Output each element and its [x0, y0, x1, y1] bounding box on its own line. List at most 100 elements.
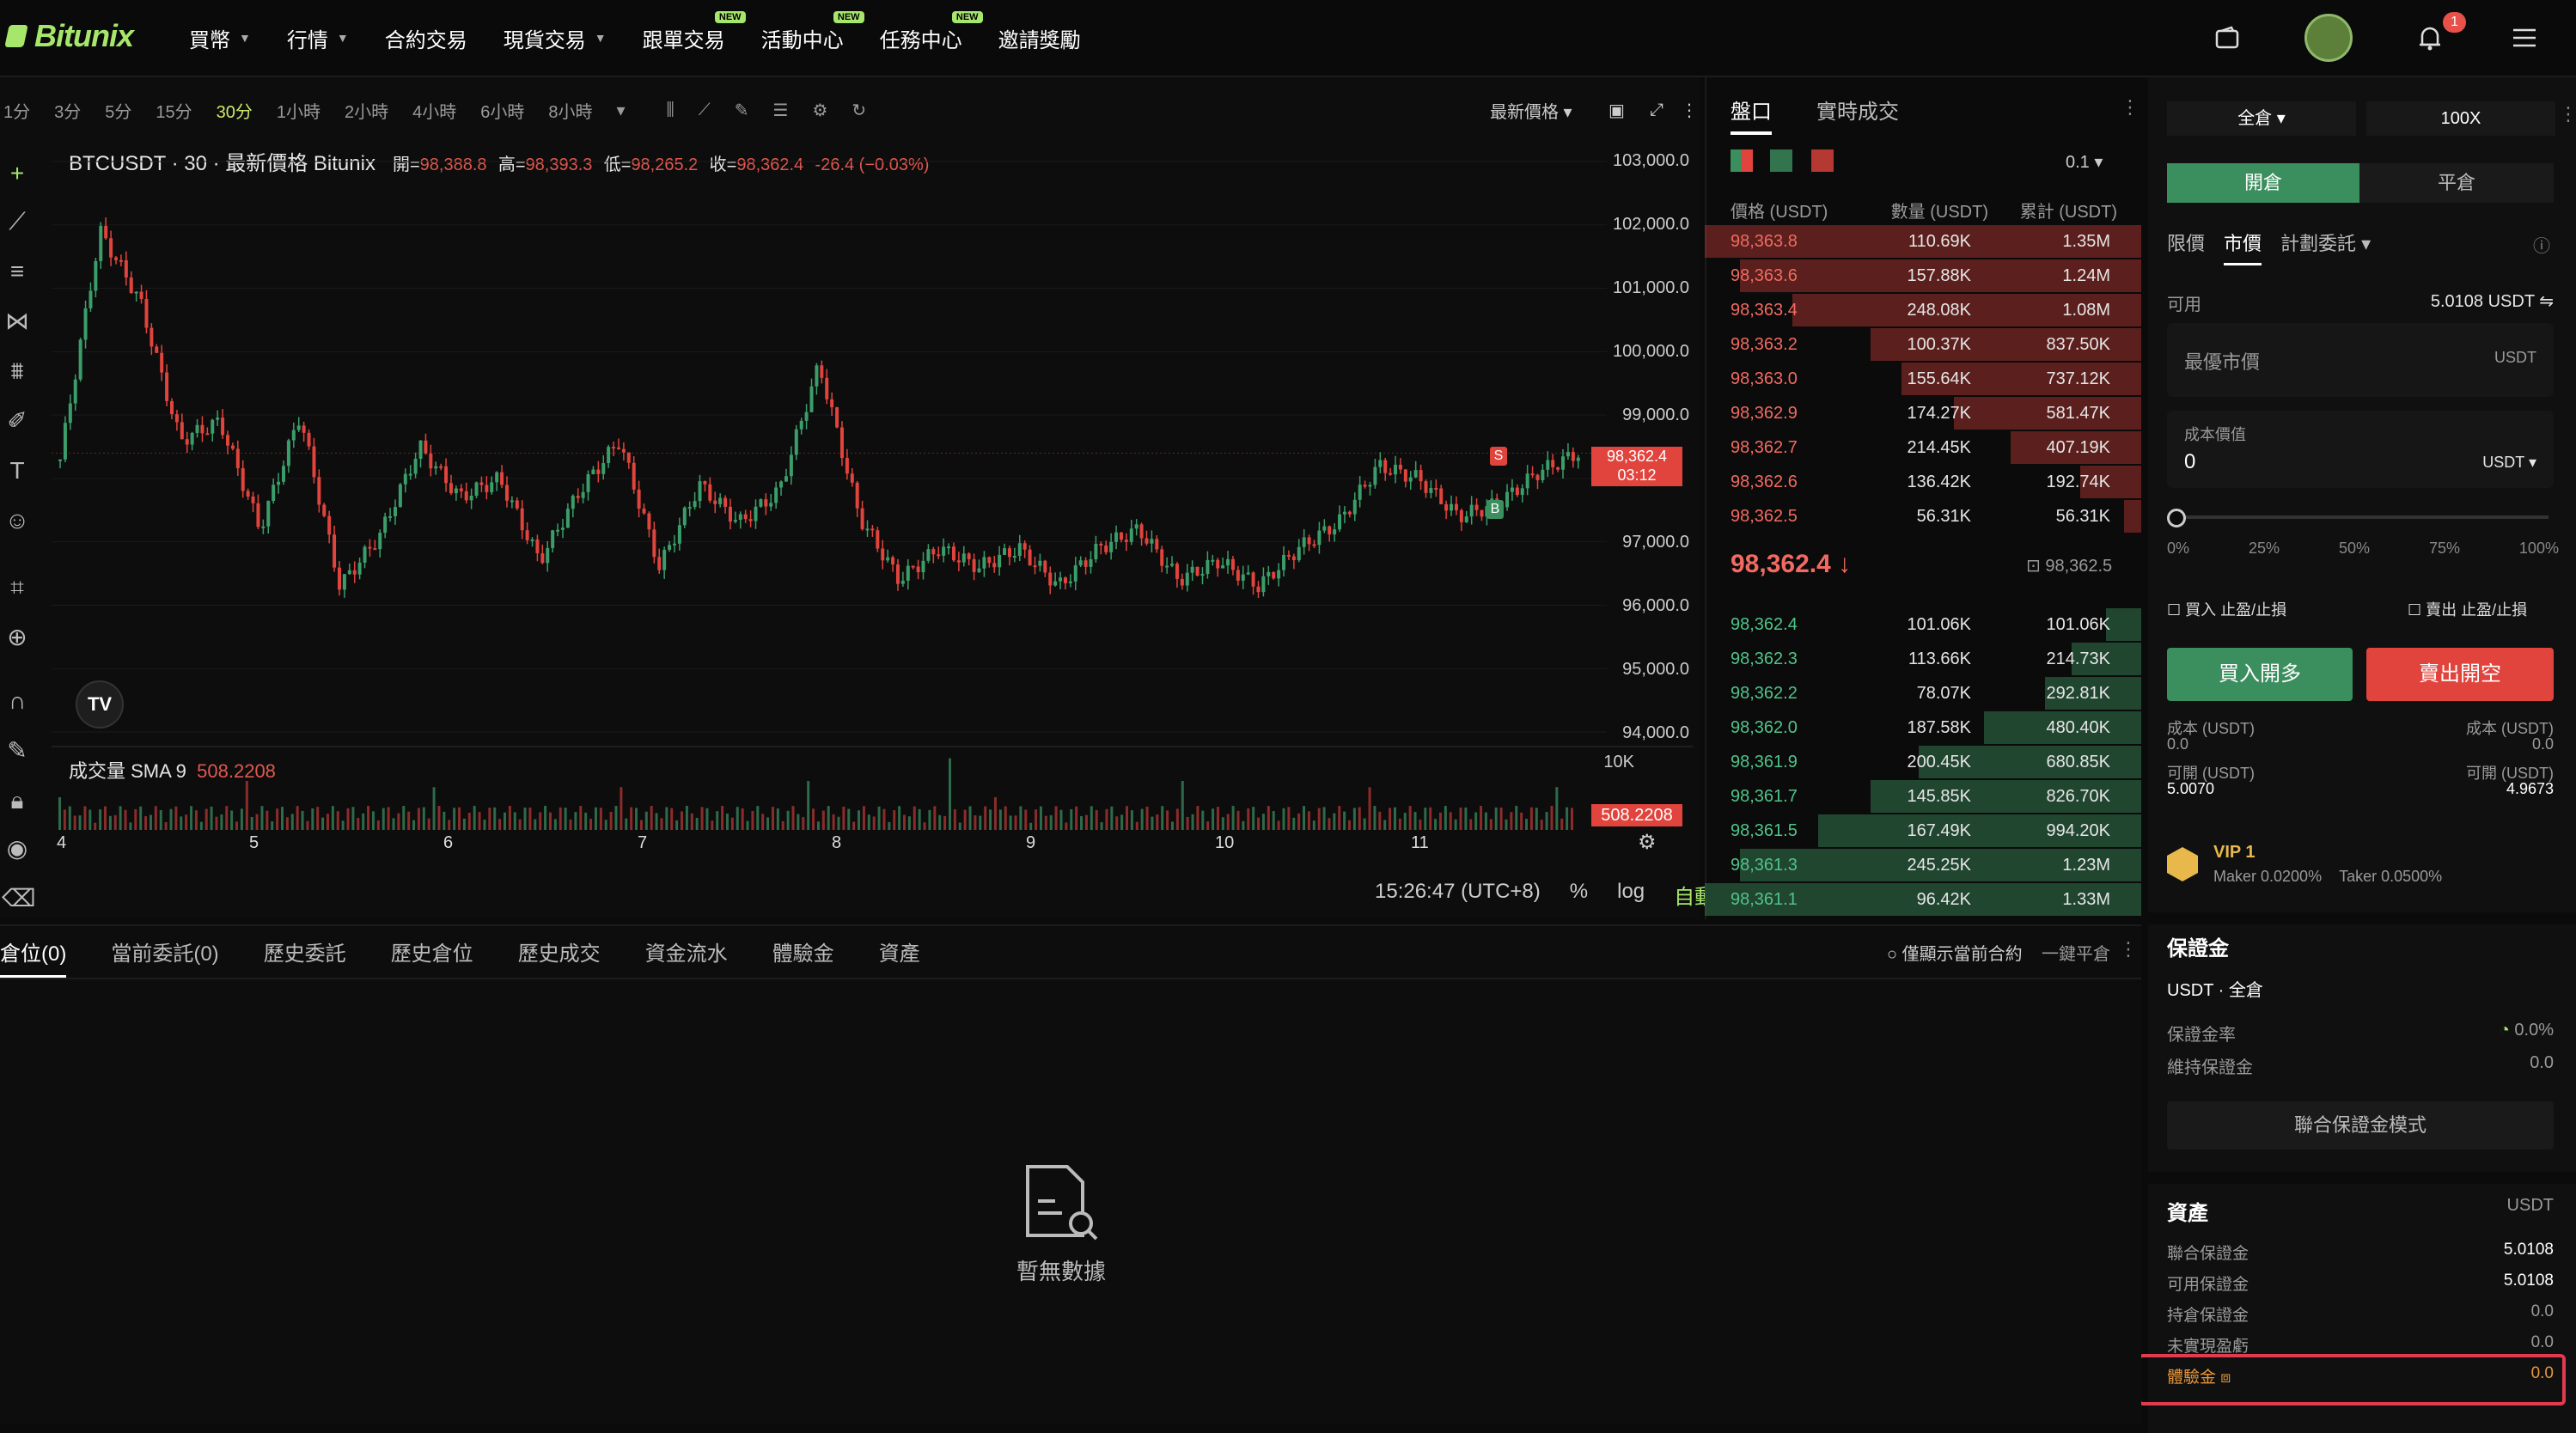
chart-type-icon[interactable]: ⫼ [655, 101, 687, 120]
orderbook-row[interactable]: 98,362.5 56.31K 56.31K [1705, 500, 2141, 533]
timeframe-15m[interactable]: 15分 [143, 98, 204, 123]
tp-sl-buy-checkbox[interactable]: ☐ 買入 止盈/止損 [2167, 598, 2286, 620]
nav-markets[interactable]: 行情 ▼ [287, 23, 349, 53]
tab-recent-trades[interactable]: 實時成交 [1816, 95, 1899, 135]
orderbook-row[interactable]: 98,362.3 113.66K 214.73K [1705, 643, 2141, 675]
slider-handle[interactable] [2167, 509, 2186, 527]
nav-tasks[interactable]: 任務中心 NEW [880, 10, 983, 53]
eye-icon[interactable]: ◉ [2, 833, 33, 864]
cost-value-input[interactable]: 成本價值 0 USDT ▾ [2167, 411, 2554, 488]
trial-fund-row[interactable]: 體驗金 ⧈ 0.0 [2167, 1364, 2554, 1387]
tab-trigger[interactable]: 計劃委託 ▾ [2280, 229, 2371, 265]
orderbook-row[interactable]: 98,362.2 78.07K 292.81K [1705, 677, 2141, 710]
nav-spot[interactable]: 現貨交易 ▼ [504, 23, 607, 53]
pattern-icon[interactable]: ⋈ [2, 306, 33, 337]
nav-events[interactable]: 活動中心 NEW [761, 10, 864, 53]
tab-open-orders[interactable]: 當前委託(0) [111, 936, 218, 979]
price-type-select[interactable]: 最新價格 ▾ [1490, 98, 1572, 123]
orderbook-view-both-icon[interactable] [1731, 149, 1753, 172]
orderbook-row[interactable]: 98,363.6 157.88K 1.24M [1705, 259, 2141, 292]
fib-icon[interactable]: ⩩ [2, 356, 33, 387]
nav-futures[interactable]: 合約交易 [385, 23, 467, 53]
zoom-in-icon[interactable]: ⊕ [2, 622, 33, 653]
bell-icon[interactable]: 1 [2413, 12, 2466, 55]
text-icon[interactable]: T [2, 455, 33, 486]
sell-short-button[interactable]: 賣出開空 [2366, 648, 2554, 701]
orderbook-row[interactable]: 98,362.9 174.27K 581.47K [1705, 397, 2141, 430]
orderbook-row[interactable]: 98,363.4 248.08K 1.08M [1705, 294, 2141, 326]
precision-select[interactable]: 0.1 ▾ [2066, 151, 2103, 173]
fullscreen-icon[interactable]: ⤢ [1650, 101, 1663, 120]
single-chart-icon[interactable]: ▣ [1608, 100, 1625, 121]
timeframe-30m[interactable]: 30分 [204, 98, 265, 123]
cost-unit-select[interactable]: USDT ▾ [2482, 454, 2536, 472]
orderbook-more-icon[interactable]: ⋮ [2121, 96, 2140, 119]
orderbook-row[interactable]: 98,362.6 136.42K 192.74K [1705, 466, 2141, 498]
brush-icon[interactable]: ✐ [2, 406, 33, 436]
orderbook-row[interactable]: 98,361.7 145.85K 826.70K [1705, 780, 2141, 813]
amount-slider[interactable] [2167, 509, 2549, 527]
orderbook-view-bids-icon[interactable] [1770, 149, 1792, 172]
trendline-icon[interactable]: ⟋ [2, 206, 33, 237]
timeframe-6h[interactable]: 6小時 [468, 98, 536, 123]
orderbook-row[interactable]: 98,361.1 96.42K 1.33M [1705, 883, 2141, 916]
indicator-icon[interactable]: ⟋ [687, 101, 723, 120]
orderbook-row[interactable]: 98,362.0 187.58K 480.40K [1705, 711, 2141, 744]
chart-settings-icon[interactable]: ⚙ [1638, 830, 1657, 855]
more-icon[interactable]: ⋮ [1681, 100, 1698, 121]
price-input[interactable]: 最優市價 USDT [2167, 323, 2554, 397]
info-icon[interactable]: ⓘ [2533, 232, 2550, 257]
emoji-icon[interactable]: ☺ [2, 505, 33, 536]
vip-badge[interactable]: VIP 1 Maker 0.0200% Taker 0.0500% [2167, 838, 2442, 890]
lock-drawing-icon[interactable]: ✎ [2, 735, 33, 766]
leverage-select[interactable]: 100X [2366, 101, 2555, 136]
close-position-tab[interactable]: 平倉 [2359, 163, 2554, 203]
log-scale-toggle[interactable]: log [1617, 880, 1645, 910]
price-chart[interactable] [52, 137, 1607, 744]
available-value[interactable]: 5.0108 USDT ⇋ [2431, 290, 2554, 315]
orderbook-row[interactable]: 98,361.5 167.49K 994.20K [1705, 814, 2141, 847]
lock-icon[interactable]: 🔒︎ [2, 785, 33, 816]
tab-orderbook[interactable]: 盤口 [1731, 95, 1772, 135]
tab-order-history[interactable]: 歷史委託 [264, 936, 346, 979]
reset-icon[interactable]: ↻ [839, 100, 878, 121]
timeframe-5m[interactable]: 5分 [93, 98, 143, 123]
tab-positions[interactable]: 倉位(0) [0, 936, 67, 979]
timeframe-3m[interactable]: 3分 [42, 98, 93, 123]
orderbook-row[interactable]: 98,362.4 101.06K 101.06K [1705, 608, 2141, 641]
orderbook-row[interactable]: 98,361.9 200.45K 680.85K [1705, 746, 2141, 778]
magnet-icon[interactable]: ∩ [2, 686, 33, 716]
orderbook-row[interactable]: 98,362.7 214.45K 407.19K [1705, 431, 2141, 464]
brand-logo[interactable]: Bitunix [4, 15, 134, 57]
avatar[interactable] [2304, 14, 2353, 62]
trash-icon[interactable]: ⌫ [2, 883, 36, 914]
percent-scale-toggle[interactable]: % [1570, 880, 1588, 910]
tab-limit[interactable]: 限價 [2167, 229, 2205, 265]
menu-icon[interactable] [2507, 21, 2542, 55]
tab-market[interactable]: 市價 [2224, 229, 2262, 265]
crosshair-icon[interactable]: + [2, 158, 33, 189]
timeframe-1m[interactable]: 1分 [0, 98, 42, 123]
timeframe-4h[interactable]: 4小時 [400, 98, 468, 123]
settings-icon[interactable]: ⚙ [800, 100, 839, 121]
tab-funding-flow[interactable]: 資金流水 [645, 936, 728, 979]
timeframe-2h[interactable]: 2小時 [333, 98, 400, 123]
positions-more-icon[interactable]: ⋮ [2119, 938, 2138, 960]
drawing-icon[interactable]: ✎ [723, 100, 761, 121]
joint-margin-button[interactable]: 聯合保證金模式 [2167, 1101, 2554, 1149]
orderbook-row[interactable]: 98,363.2 100.37K 837.50K [1705, 328, 2141, 361]
nav-referral[interactable]: 邀請獎勵 [998, 23, 1081, 53]
nav-copy-trading[interactable]: 跟單交易 NEW [643, 10, 746, 53]
timeframe-1h[interactable]: 1小時 [265, 98, 333, 123]
layout-icon[interactable]: ☰ [761, 100, 801, 121]
more-timeframes-chevron-icon[interactable]: ▾ [605, 100, 638, 121]
tab-trial-fund[interactable]: 體驗金 [772, 936, 834, 979]
nav-buy-crypto[interactable]: 買幣 ▼ [189, 23, 251, 53]
horizontal-lines-icon[interactable]: ≡ [2, 256, 33, 287]
tab-assets[interactable]: 資產 [879, 936, 920, 979]
form-more-icon[interactable]: ⋮ [2559, 103, 2576, 125]
close-all-button[interactable]: 一鍵平倉 [2042, 940, 2110, 965]
orderbook-view-asks-icon[interactable] [1811, 149, 1834, 172]
tp-sl-sell-checkbox[interactable]: ☐ 賣出 止盈/止損 [2408, 598, 2527, 620]
buy-long-button[interactable]: 買入開多 [2167, 648, 2353, 701]
